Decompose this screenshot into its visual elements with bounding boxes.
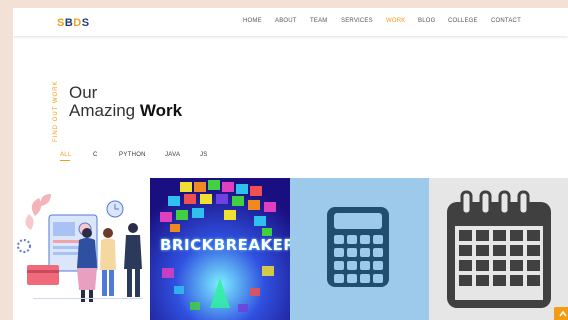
portfolio-item-calculator[interactable] bbox=[290, 178, 429, 320]
nav-work[interactable]: WORK bbox=[386, 18, 405, 24]
section-title-bold: Work bbox=[139, 101, 183, 120]
section-title-line1: Our bbox=[69, 83, 98, 102]
brand-letter-d: D bbox=[73, 17, 82, 29]
section-eyebrow: FIND OUT WORK bbox=[53, 80, 59, 142]
nav-services[interactable]: SERVICES bbox=[341, 18, 373, 24]
filter-js[interactable]: JS bbox=[200, 152, 208, 158]
calculator-icon bbox=[327, 207, 389, 287]
filter-active-underline bbox=[60, 160, 70, 161]
brand-logo[interactable]: SBDS bbox=[57, 17, 90, 29]
portfolio-item-calendar[interactable] bbox=[429, 178, 568, 320]
nav-team[interactable]: TEAM bbox=[310, 18, 327, 24]
brand-letter-s: S bbox=[57, 17, 65, 29]
filter-c[interactable]: C bbox=[93, 152, 98, 158]
nav-blog[interactable]: BLOG bbox=[418, 18, 435, 24]
section-title-prefix: Amazing bbox=[69, 101, 140, 120]
page: SBDS HOME ABOUT TEAM SERVICES WORK BLOG … bbox=[13, 8, 568, 320]
nav-contact[interactable]: CONTACT bbox=[491, 18, 521, 24]
people-dashboard-illustration bbox=[17, 194, 143, 302]
nav-home[interactable]: HOME bbox=[243, 18, 262, 24]
filter-all[interactable]: ALL bbox=[60, 152, 72, 158]
chevron-up-icon bbox=[559, 311, 567, 317]
nav-college[interactable]: COLLEGE bbox=[448, 18, 478, 24]
scroll-to-top-button[interactable] bbox=[554, 307, 568, 320]
brickbreaker-title: BRICKBREAKER bbox=[160, 236, 290, 254]
portfolio-item-illustration[interactable] bbox=[13, 178, 150, 320]
nav-about[interactable]: ABOUT bbox=[275, 18, 297, 24]
navbar: SBDS HOME ABOUT TEAM SERVICES WORK BLOG … bbox=[13, 8, 568, 36]
portfolio-item-brickbreaker[interactable]: BRICKBREAKER bbox=[150, 178, 290, 320]
calendar-icon bbox=[447, 190, 551, 308]
filter-java[interactable]: JAVA bbox=[165, 152, 180, 158]
filter-python[interactable]: PYTHON bbox=[119, 152, 146, 158]
section-title-line2: Amazing Work bbox=[69, 102, 182, 120]
brand-letter-s2: S bbox=[81, 17, 90, 29]
